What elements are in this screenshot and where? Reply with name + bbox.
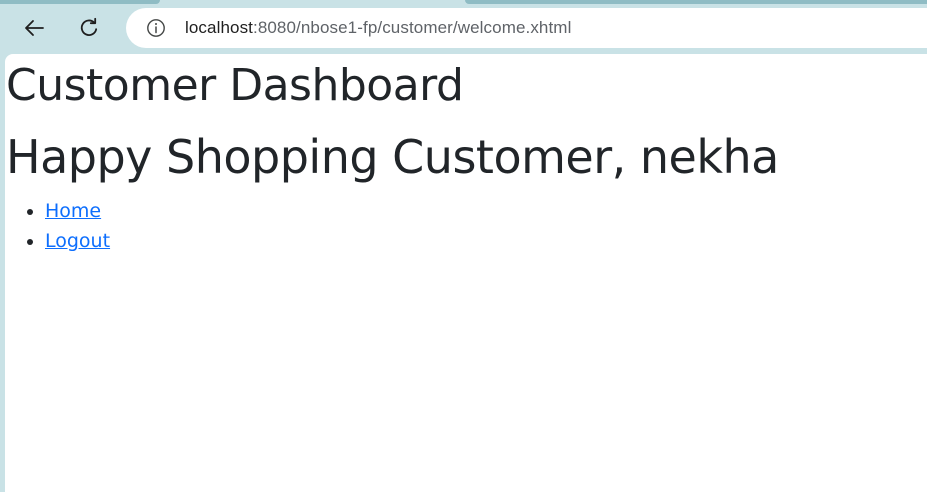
info-icon[interactable] bbox=[146, 18, 166, 38]
url-host: localhost bbox=[185, 18, 253, 37]
back-arrow-icon bbox=[25, 20, 44, 36]
back-button[interactable] bbox=[16, 10, 52, 46]
page-viewport: Customer Dashboard Happy Shopping Custom… bbox=[5, 54, 927, 492]
nav-list: Home Logout bbox=[5, 196, 110, 256]
browser-window: localhost:8080/nbose1-fp/customer/welcom… bbox=[0, 0, 927, 492]
url-text[interactable]: localhost:8080/nbose1-fp/customer/welcom… bbox=[185, 18, 571, 38]
logout-link[interactable]: Logout bbox=[45, 230, 110, 252]
greeting-heading: Happy Shopping Customer, nekha bbox=[6, 130, 779, 184]
home-link[interactable]: Home bbox=[45, 200, 101, 222]
url-path: :8080/nbose1-fp/customer/welcome.xhtml bbox=[253, 18, 572, 37]
browser-toolbar: localhost:8080/nbose1-fp/customer/welcom… bbox=[0, 4, 927, 52]
nav-item-logout: Logout bbox=[45, 226, 110, 256]
reload-icon bbox=[80, 17, 98, 36]
reload-button[interactable] bbox=[71, 10, 107, 46]
nav-item-home: Home bbox=[45, 196, 110, 226]
page-title: Customer Dashboard bbox=[6, 60, 464, 111]
address-bar[interactable]: localhost:8080/nbose1-fp/customer/welcom… bbox=[126, 8, 927, 48]
